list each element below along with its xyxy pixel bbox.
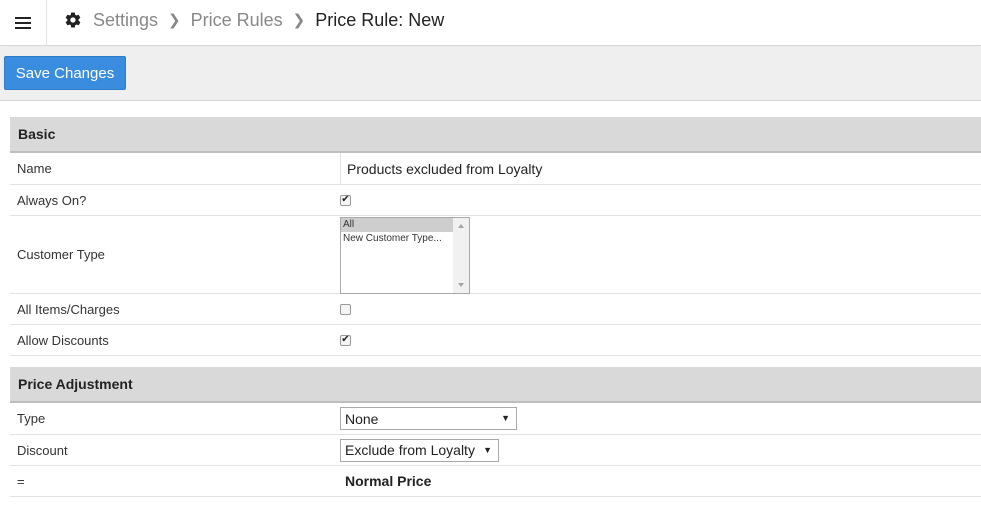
- chevron-right-icon: ❯: [292, 12, 306, 29]
- result-value: Normal Price: [345, 473, 432, 489]
- always-on-row: Always On? ✔: [10, 185, 981, 216]
- name-input[interactable]: [340, 153, 981, 184]
- chevron-right-icon: ❯: [168, 12, 181, 29]
- page-title: Price Rule: New: [315, 9, 445, 30]
- all-items-checkbox[interactable]: [340, 303, 351, 315]
- hamburger-menu-icon: [15, 16, 31, 30]
- allow-discounts-row: Allow Discounts ✔: [10, 325, 981, 356]
- customer-type-listbox[interactable]: All New Customer Type...: [340, 217, 470, 294]
- discount-row: Discount Exclude from Loyalty ▼: [10, 435, 981, 466]
- name-label: Name: [17, 161, 52, 176]
- type-label: Type: [17, 411, 46, 426]
- type-select[interactable]: None ▼: [340, 407, 517, 430]
- customer-type-option[interactable]: New Customer Type...: [341, 232, 453, 246]
- gear-icon: [65, 12, 81, 28]
- result-label: =: [17, 473, 25, 489]
- menu-button[interactable]: [0, 0, 47, 46]
- always-on-checkbox[interactable]: ✔: [340, 194, 351, 206]
- always-on-label: Always On?: [17, 192, 87, 208]
- section-header-basic: Basic: [10, 117, 981, 153]
- discount-select-value: Exclude from Loyalty: [345, 442, 475, 458]
- dropdown-arrow-icon: ▼: [483, 444, 492, 455]
- name-row: Name: [10, 153, 981, 185]
- price-adjustment-section: Price Adjustment Type None ▼ Discount Ex…: [10, 367, 981, 497]
- type-select-value: None: [345, 410, 379, 427]
- all-items-label: All Items/Charges: [17, 301, 120, 317]
- allow-discounts-checkbox[interactable]: ✔: [340, 334, 351, 346]
- scroll-down-arrow-icon[interactable]: [458, 283, 464, 287]
- discount-label: Discount: [17, 442, 68, 458]
- listbox-scrollbar[interactable]: [453, 218, 469, 293]
- scroll-up-arrow-icon[interactable]: [458, 224, 464, 228]
- breadcrumb: Settings ❯ Price Rules ❯ Price Rule: New: [64, 0, 444, 40]
- all-items-row: All Items/Charges: [10, 294, 981, 325]
- breadcrumb-price-rules[interactable]: Price Rules: [191, 10, 283, 31]
- section-header-price-adjustment: Price Adjustment: [10, 367, 981, 403]
- dropdown-arrow-icon: ▼: [501, 413, 510, 423]
- customer-type-option[interactable]: All: [341, 218, 453, 232]
- customer-type-row: Customer Type All New Customer Type...: [10, 216, 981, 294]
- action-bar: Save Changes: [0, 47, 981, 101]
- result-row: = Normal Price: [10, 466, 981, 497]
- allow-discounts-label: Allow Discounts: [17, 332, 109, 348]
- breadcrumb-settings[interactable]: Settings: [93, 10, 158, 31]
- discount-select[interactable]: Exclude from Loyalty ▼: [340, 438, 499, 462]
- save-changes-button[interactable]: Save Changes: [4, 56, 126, 90]
- basic-section: Basic Name Always On? ✔ Customer Type Al…: [10, 117, 981, 356]
- customer-type-label: Customer Type: [17, 247, 105, 262]
- top-bar: Settings ❯ Price Rules ❯ Price Rule: New: [0, 0, 981, 46]
- type-row: Type None ▼: [10, 403, 981, 435]
